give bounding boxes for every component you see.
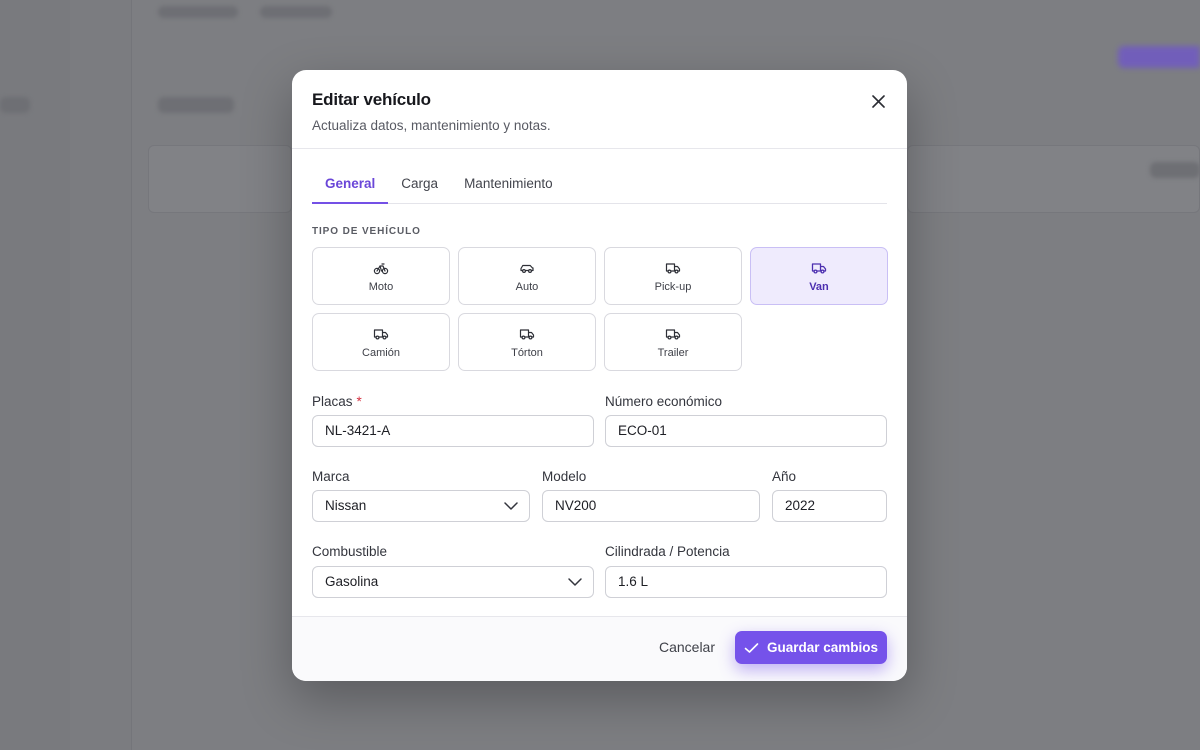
save-changes-label: Guardar cambios <box>766 640 879 655</box>
vehicle-type-moto[interactable]: Moto <box>312 247 450 305</box>
chevron-down-icon <box>568 578 582 586</box>
vehicle-type-label: Tórton <box>511 346 543 359</box>
truck-icon <box>373 328 389 340</box>
vehicle-type-label: Camión <box>362 346 400 359</box>
combustible-select[interactable]: Gasolina <box>312 566 594 598</box>
anio-label: Año <box>772 469 797 484</box>
vehicle-type-pickup[interactable]: Pick-up <box>604 247 742 305</box>
edit-vehicle-modal: Editar vehículo Actualiza datos, manteni… <box>292 70 907 681</box>
cilindrada-input[interactable]: 1.6 L <box>605 566 887 598</box>
placas-label-text: Placas <box>312 394 353 409</box>
background-text <box>0 97 30 113</box>
vehicle-type-torton[interactable]: Tórton <box>458 313 596 371</box>
marca-value: Nissan <box>325 498 367 513</box>
placas-label: Placas * <box>312 394 362 409</box>
check-icon <box>744 642 759 653</box>
vehicle-type-label: Auto <box>515 280 539 293</box>
modal-header: Editar vehículo Actualiza datos, manteni… <box>292 70 907 149</box>
cancel-button[interactable]: Cancelar <box>659 639 715 655</box>
marca-label: Marca <box>312 469 350 484</box>
save-changes-button[interactable]: Guardar cambios <box>735 631 887 664</box>
background-breadcrumb <box>260 6 332 18</box>
vehicle-type-trailer[interactable]: Trailer <box>604 313 742 371</box>
vehicle-type-label: Moto <box>368 280 394 293</box>
bicycle-icon <box>373 262 389 274</box>
vehicle-type-label: TIPO DE VEHÍCULO <box>312 226 421 237</box>
tab-carga[interactable]: Carga <box>388 170 451 204</box>
required-mark: * <box>356 394 362 409</box>
tab-bar: General Carga Mantenimiento <box>312 170 887 204</box>
close-icon <box>871 94 885 108</box>
truck-icon <box>519 328 535 340</box>
truck-icon <box>665 262 681 274</box>
modelo-label: Modelo <box>542 469 587 484</box>
anio-input[interactable]: 2022 <box>772 490 887 522</box>
tab-mantenimiento[interactable]: Mantenimiento <box>451 170 566 204</box>
truck-icon <box>811 262 827 274</box>
vehicle-type-camion[interactable]: Camión <box>312 313 450 371</box>
background-accent-button <box>1118 46 1200 68</box>
car-icon <box>520 264 534 273</box>
modelo-input[interactable]: NV200 <box>542 490 760 522</box>
vehicle-type-van[interactable]: Van <box>750 247 888 305</box>
background-text <box>1150 162 1200 178</box>
vehicle-type-label: Van <box>809 280 829 293</box>
modal-footer: Cancelar Guardar cambios <box>292 616 907 681</box>
vehicle-type-label: Trailer <box>657 346 689 359</box>
close-button[interactable] <box>869 92 887 110</box>
background-subnav <box>70 0 132 750</box>
numero-economico-input[interactable]: ECO-01 <box>605 415 887 447</box>
background-card <box>148 145 292 213</box>
cilindrada-label: Cilindrada / Potencia <box>605 544 730 559</box>
placas-input[interactable]: NL-3421-A <box>312 415 594 447</box>
background-text <box>158 97 234 113</box>
background-card <box>907 145 1200 213</box>
tab-general[interactable]: General <box>312 170 389 204</box>
numero-economico-label: Número económico <box>605 394 723 409</box>
marca-select[interactable]: Nissan <box>312 490 530 522</box>
vehicle-type-auto[interactable]: Auto <box>458 247 596 305</box>
modal-title: Editar vehículo <box>312 90 431 109</box>
combustible-value: Gasolina <box>325 574 379 589</box>
combustible-label: Combustible <box>312 544 388 559</box>
background-breadcrumb <box>158 6 238 18</box>
vehicle-type-label: Pick-up <box>654 280 692 293</box>
chevron-down-icon <box>504 502 518 510</box>
modal-subtitle: Actualiza datos, mantenimiento y notas. <box>312 118 551 133</box>
truck-icon <box>665 328 681 340</box>
